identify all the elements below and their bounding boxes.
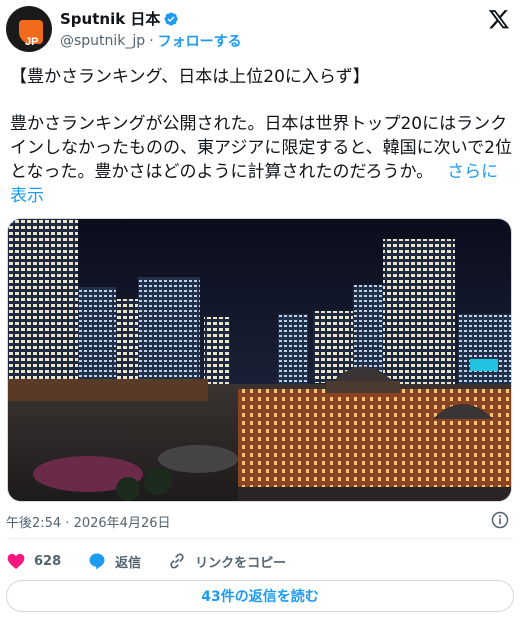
display-name[interactable]: Sputnik 日本 bbox=[60, 8, 160, 29]
handle-row: @sputnik_jp · フォローする bbox=[60, 31, 242, 51]
name-row: Sputnik 日本 bbox=[60, 8, 179, 29]
tweet-body-text: 豊かさランキングが公開された。日本は世界トップ20にはランクインしなかったものの… bbox=[10, 114, 512, 182]
divider bbox=[6, 538, 514, 539]
reply-bubble-icon bbox=[89, 553, 105, 570]
link-icon bbox=[170, 553, 184, 569]
separator: · bbox=[149, 33, 154, 49]
tweet-headline: 【豊かさランキング、日本は上位20に入らず】 bbox=[10, 67, 370, 87]
timestamp[interactable]: 午後2:54 · 2026年4月26日 bbox=[6, 512, 171, 531]
like-button[interactable]: 628 bbox=[6, 551, 61, 571]
avatar[interactable]: JP bbox=[6, 6, 52, 52]
night-cityscape-image bbox=[8, 219, 511, 501]
copy-link-button[interactable]: リンクをコピー bbox=[167, 551, 286, 571]
reply-label: 返信 bbox=[115, 555, 142, 571]
tweet-actions: 628 返信 リンクをコピー bbox=[6, 548, 312, 574]
read-replies-button[interactable]: 43件の返信を読む bbox=[6, 580, 514, 612]
tweet-body: 豊かさランキングが公開された。日本は世界トップ20にはランクインしなかったものの… bbox=[10, 112, 512, 208]
tweet-header: JP Sputnik 日本 @sputnik_jp · フォローする bbox=[0, 0, 520, 56]
like-count: 628 bbox=[34, 553, 62, 569]
reply-button[interactable]: 返信 bbox=[87, 551, 141, 571]
x-logo-icon[interactable] bbox=[488, 8, 510, 30]
avatar-label: JP bbox=[25, 36, 39, 48]
handle[interactable]: @sputnik_jp bbox=[60, 33, 145, 49]
tweet-photo[interactable] bbox=[7, 218, 512, 502]
verified-badge-icon bbox=[164, 11, 179, 26]
follow-button[interactable]: フォローする bbox=[158, 31, 242, 51]
copy-link-label: リンクをコピー bbox=[195, 555, 287, 571]
info-icon[interactable] bbox=[490, 510, 510, 530]
heart-icon bbox=[7, 553, 25, 569]
